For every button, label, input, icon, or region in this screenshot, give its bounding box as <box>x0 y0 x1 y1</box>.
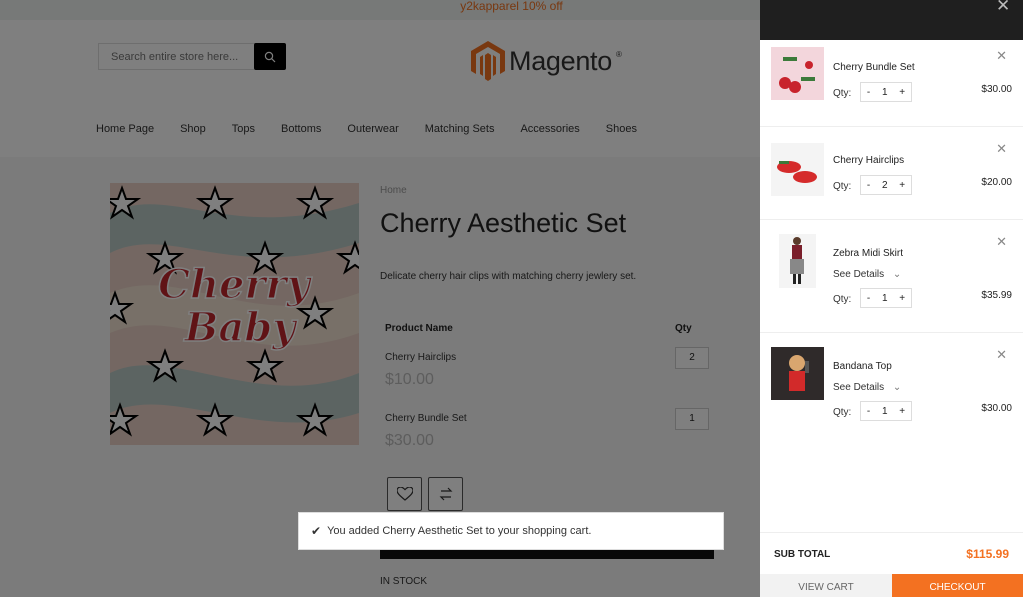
chevron-down-icon: ⌄ <box>892 269 902 280</box>
subtotal-value: $115.99 <box>966 547 1009 561</box>
cart-item-qty[interactable]: 1 <box>882 87 888 98</box>
cart-item-qty[interactable]: 2 <box>882 180 888 191</box>
cart-item-name[interactable]: Cherry Bundle Set <box>833 62 915 73</box>
success-message-text: You added Cherry Aesthetic Set to your s… <box>327 525 592 537</box>
chevron-down-icon: ⌄ <box>892 382 902 393</box>
increment-button[interactable]: + <box>899 87 905 98</box>
increment-button[interactable]: + <box>899 406 905 417</box>
minicart-header-bar <box>760 0 1023 40</box>
success-message: ✔ You added Cherry Aesthetic Set to your… <box>298 512 724 550</box>
cart-item-qty-label: Qty: <box>833 294 852 305</box>
cart-item-name[interactable]: Cherry Hairclips <box>833 155 904 166</box>
decrement-button[interactable]: - <box>867 87 870 98</box>
view-cart-button[interactable]: VIEW CART <box>760 574 892 597</box>
minicart-item: Cherry Bundle Set Qty: - 1 + $30.00 ✕ <box>760 40 1023 127</box>
cart-item-qty[interactable]: 1 <box>882 406 888 417</box>
minicart-subtotal: SUB TOTAL $115.99 <box>760 532 1023 574</box>
decrement-button[interactable]: - <box>867 406 870 417</box>
cart-item-price: $30.00 <box>981 84 1012 95</box>
increment-button[interactable]: + <box>899 293 905 304</box>
cart-item-qty-label: Qty: <box>833 181 852 192</box>
close-minicart-icon[interactable]: ✕ <box>996 0 1010 14</box>
increment-button[interactable]: + <box>899 180 905 191</box>
cart-item-thumbnail[interactable] <box>771 47 824 100</box>
subtotal-label: SUB TOTAL <box>774 549 831 560</box>
cart-item-thumbnail[interactable] <box>771 143 824 196</box>
minicart-item: Bandana Top See Details ⌄ Qty: - 1 + $30… <box>760 333 1023 446</box>
cart-item-price: $35.99 <box>981 290 1012 301</box>
cart-item-qty-label: Qty: <box>833 88 852 99</box>
cart-item-price: $30.00 <box>981 403 1012 414</box>
checkmark-icon: ✔ <box>311 524 322 538</box>
decrement-button[interactable]: - <box>867 293 870 304</box>
remove-item-icon[interactable]: ✕ <box>996 141 1007 157</box>
modal-overlay[interactable] <box>0 0 760 597</box>
see-details-label: See Details <box>833 382 885 393</box>
checkout-button[interactable]: CHECKOUT <box>892 574 1023 597</box>
remove-item-icon[interactable]: ✕ <box>996 347 1007 363</box>
quantity-stepper: - 1 + <box>860 82 912 102</box>
cart-item-name[interactable]: Bandana Top <box>833 361 892 372</box>
quantity-stepper: - 2 + <box>860 175 912 195</box>
quantity-stepper: - 1 + <box>860 401 912 421</box>
see-details-toggle[interactable]: See Details ⌄ <box>833 382 901 393</box>
remove-item-icon[interactable]: ✕ <box>996 48 1007 64</box>
see-details-label: See Details <box>833 269 885 280</box>
minicart-item: Cherry Hairclips Qty: - 2 + $20.00 ✕ <box>760 127 1023 220</box>
cart-item-name[interactable]: Zebra Midi Skirt <box>833 248 903 259</box>
decrement-button[interactable]: - <box>867 180 870 191</box>
remove-item-icon[interactable]: ✕ <box>996 234 1007 250</box>
cart-item-qty[interactable]: 1 <box>882 293 888 304</box>
cart-item-thumbnail[interactable] <box>771 347 824 400</box>
minicart-panel: Cherry Bundle Set Qty: - 1 + $30.00 ✕ Ch… <box>760 40 1023 597</box>
quantity-stepper: - 1 + <box>860 288 912 308</box>
minicart-item: Zebra Midi Skirt See Details ⌄ Qty: - 1 … <box>760 220 1023 333</box>
see-details-toggle[interactable]: See Details ⌄ <box>833 269 901 280</box>
cart-item-qty-label: Qty: <box>833 407 852 418</box>
cart-item-thumbnail[interactable] <box>779 234 816 288</box>
cart-item-price: $20.00 <box>981 177 1012 188</box>
